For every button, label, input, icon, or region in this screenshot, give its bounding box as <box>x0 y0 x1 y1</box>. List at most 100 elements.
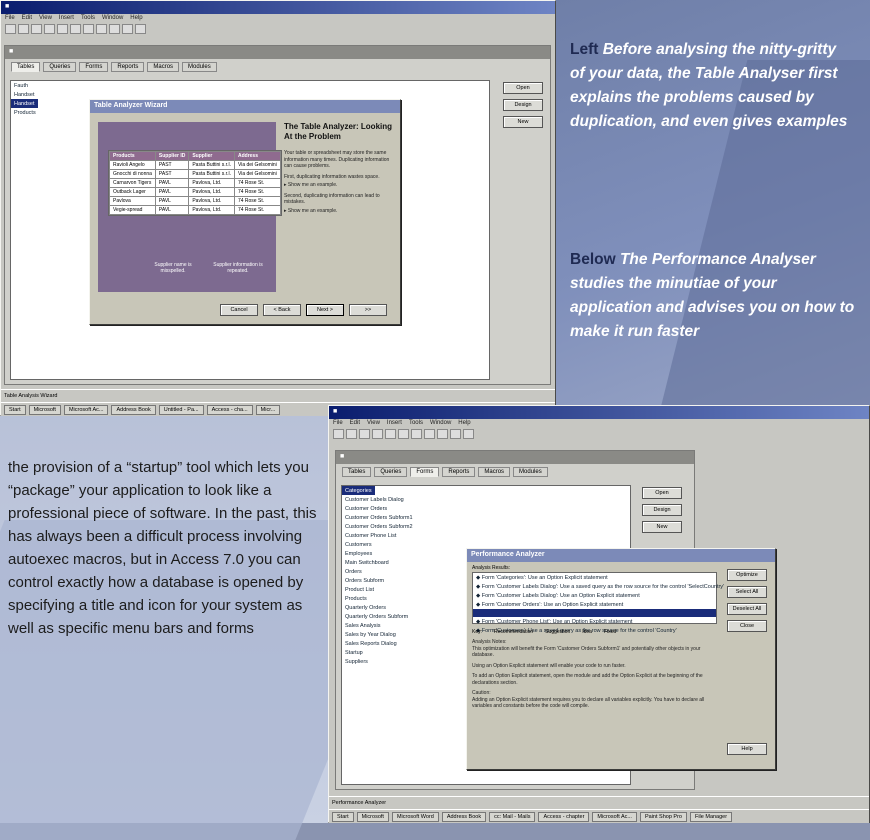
open-button[interactable]: Open <box>642 487 682 499</box>
new-button[interactable]: New <box>503 116 543 128</box>
print-icon[interactable] <box>44 24 55 34</box>
copy-icon[interactable] <box>398 429 409 439</box>
menu-view[interactable]: View <box>367 420 380 426</box>
menu-insert[interactable]: Insert <box>387 420 402 426</box>
taskbar-item[interactable]: Microsoft <box>28 404 61 415</box>
optimize-button[interactable]: Optimize <box>727 569 767 581</box>
menu-edit[interactable]: Edit <box>22 15 32 21</box>
copy-icon[interactable] <box>70 24 81 34</box>
tab-tables[interactable]: Tables <box>342 467 372 477</box>
result-item-selected[interactable] <box>473 609 716 617</box>
result-item[interactable]: ◆ Form 'Customer Labels Dialog': Use an … <box>473 591 716 600</box>
tab-queries[interactable]: Queries <box>374 467 408 477</box>
table-cell: PAST <box>154 160 190 170</box>
list-item[interactable]: Customer Phone List <box>342 531 630 540</box>
taskbar-item[interactable]: Microsoft Word <box>391 811 439 822</box>
relationships-icon[interactable] <box>96 24 107 34</box>
result-item[interactable]: ◆ Form 'Customer Phone List': Use an Opt… <box>473 617 716 626</box>
result-item[interactable]: ◆ Form 'Categories': Use an Option Expli… <box>473 573 716 582</box>
office-links-icon[interactable] <box>450 429 461 439</box>
start-button[interactable]: Start <box>332 811 354 822</box>
taskbar-item[interactable]: Paint Shop Pro <box>639 811 687 822</box>
taskbar-item[interactable]: cc: Mail - Mails <box>489 811 536 822</box>
select-all-button[interactable]: Select All <box>727 586 767 598</box>
mistakes-text: Second, duplicating information can lead… <box>284 192 380 206</box>
print-icon[interactable] <box>372 429 383 439</box>
list-item[interactable]: Categories <box>342 486 375 495</box>
menu-tools[interactable]: Tools <box>409 420 423 426</box>
menu-view[interactable]: View <box>39 15 52 21</box>
taskbar-item[interactable]: Address Book <box>111 404 156 415</box>
menu-edit[interactable]: Edit <box>350 420 360 426</box>
tab-macros[interactable]: Macros <box>147 62 180 72</box>
result-item[interactable]: ◆ Form 'Customer Orders': Use an Option … <box>473 600 716 609</box>
new-icon[interactable] <box>5 24 16 34</box>
tab-reports[interactable]: Reports <box>442 467 476 477</box>
list-item[interactable]: Handset <box>11 90 489 99</box>
show-example-2[interactable]: ▸ Show me an example. <box>284 208 396 215</box>
help-icon[interactable] <box>463 429 474 439</box>
menu-help[interactable]: Help <box>458 420 470 426</box>
design-button[interactable]: Design <box>503 99 543 111</box>
menu-bar: File Edit View Insert Tools Window Help <box>1 14 555 22</box>
taskbar-item[interactable]: Micr... <box>255 404 281 415</box>
tab-forms[interactable]: Forms <box>410 467 440 477</box>
finish-button[interactable]: >> <box>349 304 387 316</box>
save-icon[interactable] <box>31 24 42 34</box>
cut-icon[interactable] <box>57 24 68 34</box>
help-button[interactable]: Help <box>727 743 767 755</box>
open-button[interactable]: Open <box>503 82 543 94</box>
list-item[interactable]: Customer Orders <box>342 504 630 513</box>
menu-file[interactable]: File <box>333 420 343 426</box>
taskbar-item[interactable]: Microsoft <box>356 811 389 822</box>
result-item[interactable]: ◆ Form 'Customer Labels Dialog': Use a s… <box>473 582 724 591</box>
cancel-button[interactable]: Cancel <box>220 304 258 316</box>
new-button[interactable]: New <box>642 521 682 533</box>
relationships-icon[interactable] <box>424 429 435 439</box>
show-example-label: Show me an example. <box>287 182 338 188</box>
show-example-1[interactable]: ▸ Show me an example. <box>284 182 396 189</box>
start-button[interactable]: Start <box>4 404 26 415</box>
tab-forms[interactable]: Forms <box>79 62 109 72</box>
taskbar-item[interactable]: Access - cha... <box>206 404 253 415</box>
tab-macros[interactable]: Macros <box>478 467 511 477</box>
taskbar-item[interactable]: Microsoft Ac... <box>592 811 637 822</box>
tab-modules[interactable]: Modules <box>182 62 217 72</box>
tab-reports[interactable]: Reports <box>111 62 145 72</box>
deselect-all-button[interactable]: Deselect All <box>727 603 767 615</box>
list-item[interactable]: Customer Orders Subform2 <box>342 522 630 531</box>
tab-modules[interactable]: Modules <box>513 467 548 477</box>
close-button[interactable]: Close <box>727 620 767 632</box>
design-button[interactable]: Design <box>642 504 682 516</box>
taskbar-item[interactable]: Microsoft Ac... <box>63 404 109 415</box>
menu-tools[interactable]: Tools <box>81 15 95 21</box>
save-icon[interactable] <box>359 429 370 439</box>
taskbar-item[interactable]: Address Book <box>441 811 487 822</box>
taskbar-item[interactable]: Untitled - Pa... <box>158 404 204 415</box>
tab-queries[interactable]: Queries <box>43 62 77 72</box>
paste-icon[interactable] <box>83 24 94 34</box>
analyze-icon[interactable] <box>109 24 120 34</box>
menu-insert[interactable]: Insert <box>59 15 74 21</box>
tab-tables[interactable]: Tables <box>11 62 41 72</box>
office-links-icon[interactable] <box>122 24 133 34</box>
analyze-icon[interactable] <box>437 429 448 439</box>
list-item[interactable]: Customer Labels Dialog <box>342 495 630 504</box>
help-icon[interactable] <box>135 24 146 34</box>
back-button[interactable]: < Back <box>263 304 301 316</box>
open-icon[interactable] <box>18 24 29 34</box>
menu-help[interactable]: Help <box>130 15 142 21</box>
new-icon[interactable] <box>333 429 344 439</box>
menu-window[interactable]: Window <box>430 420 451 426</box>
menu-window[interactable]: Window <box>102 15 123 21</box>
open-icon[interactable] <box>346 429 357 439</box>
cut-icon[interactable] <box>385 429 396 439</box>
paste-icon[interactable] <box>411 429 422 439</box>
next-button[interactable]: Next > <box>306 304 344 316</box>
menu-file[interactable]: File <box>5 15 15 21</box>
taskbar-item[interactable]: Access - chapter <box>538 811 590 822</box>
list-item[interactable]: Handset <box>11 99 38 108</box>
list-item[interactable]: Customer Orders Subform1 <box>342 513 630 522</box>
taskbar-item[interactable]: File Manager <box>689 811 733 822</box>
list-item[interactable]: Fauth <box>11 81 489 90</box>
